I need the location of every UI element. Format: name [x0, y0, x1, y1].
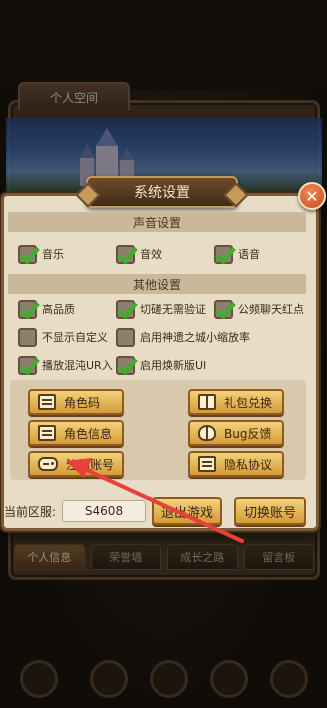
bug-feedback-button[interactable]: Bug反馈 — [188, 420, 284, 446]
checkbox-icon — [18, 327, 37, 347]
checkbox-icon — [116, 299, 135, 319]
privacy-label: 隐私协议 — [224, 457, 273, 472]
chaos-ur-label: 播放混沌UR入 — [42, 359, 113, 372]
document-icon — [198, 456, 216, 472]
role-code-label: 角色码 — [64, 395, 101, 410]
hide-custom-checkbox[interactable]: 不显示自定义 — [18, 326, 108, 348]
voice-label: 语音 — [238, 248, 260, 261]
duel-no-verify-checkbox[interactable]: 切磋无需验证 — [116, 298, 206, 320]
other-options-row-3: 播放混沌UR入 启用焕新版UI — [18, 354, 318, 376]
close-button[interactable]: ✕ — [298, 182, 326, 210]
sfx-label: 音效 — [140, 248, 162, 261]
server-label: 当前区服: — [4, 505, 57, 519]
voice-checkbox[interactable]: 语音 — [214, 243, 260, 265]
document-icon — [38, 394, 56, 410]
checkbox-icon — [214, 299, 233, 319]
cancel-account-label: 注销账号 — [66, 457, 115, 472]
exit-game-button[interactable]: 退出游戏 — [152, 497, 222, 525]
high-quality-label: 高品质 — [42, 303, 75, 316]
server-value: S4608 — [62, 500, 146, 522]
gamepad-icon — [38, 457, 58, 471]
new-ui-checkbox[interactable]: 启用焕新版UI — [116, 354, 206, 376]
privacy-button[interactable]: 隐私协议 — [188, 451, 284, 477]
new-ui-label: 启用焕新版UI — [140, 359, 207, 372]
other-options-row-1: 高品质 切磋无需验证 公频聊天红点 — [18, 298, 318, 320]
sfx-checkbox[interactable]: 音效 — [116, 243, 162, 265]
other-settings-header: 其他设置 — [8, 274, 306, 294]
checkbox-icon — [18, 299, 37, 319]
sound-settings-header: 声音设置 — [8, 212, 306, 232]
checkbox-icon — [18, 244, 37, 264]
checkbox-icon — [116, 327, 135, 347]
gift-redeem-button[interactable]: 礼包兑换 — [188, 389, 284, 415]
role-code-button[interactable]: 角色码 — [28, 389, 124, 415]
role-info-label: 角色信息 — [64, 426, 113, 441]
close-icon: ✕ — [305, 186, 319, 206]
gift-icon — [198, 394, 216, 410]
switch-account-button[interactable]: 切换账号 — [234, 497, 306, 525]
role-info-button[interactable]: 角色信息 — [28, 420, 124, 446]
bug-icon — [198, 425, 216, 441]
relic-city-zoom-label: 启用神遗之城小缩放率 — [140, 331, 250, 344]
document-icon — [38, 425, 56, 441]
public-chat-dot-checkbox[interactable]: 公频聊天红点 — [214, 298, 304, 320]
public-chat-dot-label: 公频聊天红点 — [238, 303, 304, 316]
checkbox-icon — [18, 355, 37, 375]
hide-custom-label: 不显示自定义 — [42, 331, 108, 344]
music-label: 音乐 — [42, 248, 64, 261]
checkbox-icon — [214, 244, 233, 264]
gift-redeem-label: 礼包兑换 — [224, 395, 273, 410]
bug-feedback-label: Bug反馈 — [224, 426, 272, 441]
checkbox-icon — [116, 244, 135, 264]
high-quality-checkbox[interactable]: 高品质 — [18, 298, 75, 320]
duel-no-verify-label: 切磋无需验证 — [140, 303, 206, 316]
checkbox-icon — [116, 355, 135, 375]
cancel-account-button[interactable]: 注销账号 — [28, 451, 124, 477]
chaos-ur-checkbox[interactable]: 播放混沌UR入 — [18, 354, 113, 376]
other-options-row-2: 不显示自定义 启用神遗之城小缩放率 — [18, 326, 318, 348]
music-checkbox[interactable]: 音乐 — [18, 243, 64, 265]
sound-options-row: 音乐 音效 语音 — [18, 243, 318, 265]
dialog-title: 系统设置 — [86, 176, 238, 208]
relic-city-zoom-checkbox[interactable]: 启用神遗之城小缩放率 — [116, 326, 250, 348]
